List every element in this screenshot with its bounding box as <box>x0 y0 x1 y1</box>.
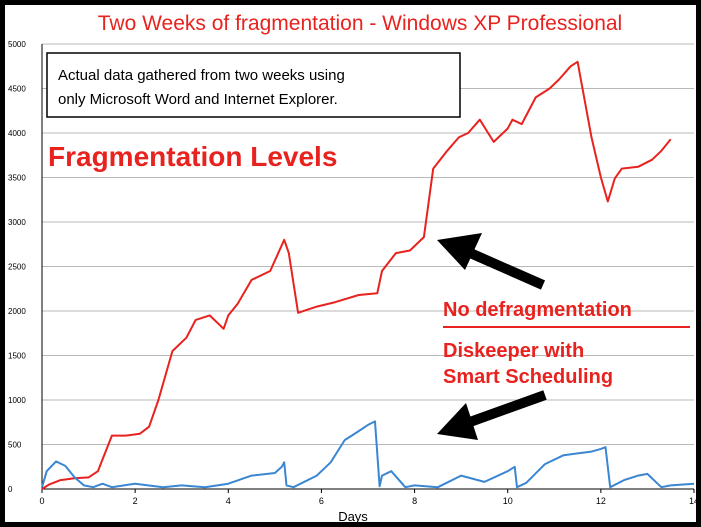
arrow-to-blue-line <box>437 390 547 440</box>
series-line-no-defragmentation <box>41 60 672 490</box>
y-tick-label: 5000 <box>8 40 26 49</box>
series-line-diskeeper <box>41 420 695 489</box>
x-tick-label: 14 <box>689 496 699 506</box>
chart-title: Two Weeks of fragmentation - Windows XP … <box>98 12 622 35</box>
legend-diskeeper-line-1: Diskeeper with <box>443 340 584 362</box>
legend-no-defragmentation: No defragmentation <box>443 299 632 321</box>
series-layer <box>41 60 695 490</box>
y-tick-label: 2000 <box>8 307 26 316</box>
x-tick-label: 10 <box>503 496 513 506</box>
y-tick-label: 0 <box>8 485 13 494</box>
x-tick-labels: 0 2 4 6 8 10 12 14 <box>39 489 699 506</box>
x-tick-label: 4 <box>226 496 231 506</box>
y-tick-label: 4000 <box>8 129 26 138</box>
y-tick-label: 1000 <box>8 396 26 405</box>
note-line-1: Actual data gathered from two weeks usin… <box>58 67 345 84</box>
fragmentation-levels-label: Fragmentation Levels <box>48 141 337 172</box>
x-tick-label: 8 <box>412 496 417 506</box>
y-tick-label: 2500 <box>8 263 26 272</box>
x-tick-label: 12 <box>596 496 606 506</box>
y-tick-labels: 0 500 1000 1500 2000 2500 3000 3500 4000 4500 5000 <box>8 40 26 494</box>
arrow-to-red-line <box>437 233 546 290</box>
fragmentation-chart: Two Weeks of fragmentation - Windows XP … <box>8 12 699 524</box>
y-tick-label: 3500 <box>8 174 26 183</box>
note-line-2: only Microsoft Word and Internet Explore… <box>58 91 338 108</box>
y-tick-label: 500 <box>8 441 22 450</box>
legend-diskeeper-line-2: Smart Scheduling <box>443 366 613 388</box>
x-tick-label: 0 <box>39 496 44 506</box>
y-tick-label: 4500 <box>8 85 26 94</box>
y-tick-label: 3000 <box>8 218 26 227</box>
y-tick-label: 1500 <box>8 352 26 361</box>
x-axis-label: Days <box>338 509 368 524</box>
x-tick-label: 6 <box>319 496 324 506</box>
x-tick-label: 2 <box>133 496 138 506</box>
